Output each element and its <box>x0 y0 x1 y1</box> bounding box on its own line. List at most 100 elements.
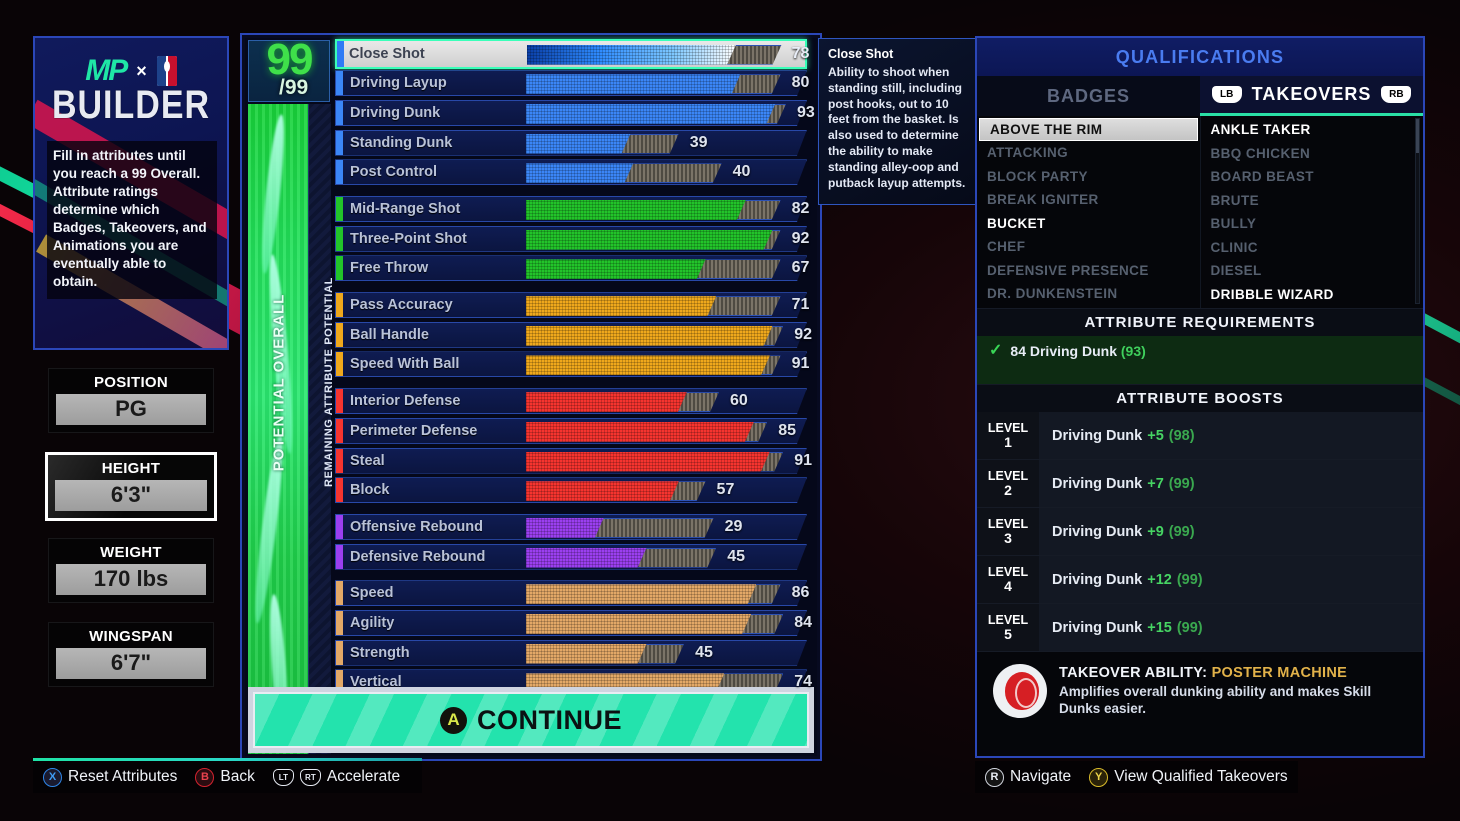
attribute-row-body: Pass Accuracy <box>335 292 807 318</box>
attribute-value: 93 <box>796 103 815 121</box>
takeover-item[interactable]: DIESEL <box>1201 259 1424 283</box>
attribute-row-driving-dunk[interactable]: Driving Dunk 93 <box>335 98 815 127</box>
badge-item[interactable]: CHEF <box>977 235 1200 259</box>
stat-weight[interactable]: WEIGHT 170 lbs <box>48 538 214 603</box>
tab-takeovers[interactable]: LB TAKEOVERS RB <box>1200 76 1423 116</box>
attribute-row-defensive-rebound[interactable]: Defensive Rebound 45 <box>335 542 815 571</box>
attribute-category-tab <box>336 611 343 635</box>
attribute-row-ball-handle[interactable]: Ball Handle 92 <box>335 320 815 349</box>
takeover-item[interactable]: CLINIC <box>1201 236 1424 260</box>
attribute-row-free-throw[interactable]: Free Throw 67 <box>335 254 815 283</box>
takeover-item[interactable]: BBQ CHICKEN <box>1201 142 1424 166</box>
badge-item[interactable]: BLOCK PARTY <box>977 165 1200 189</box>
attribute-row-body: Steal <box>335 448 807 474</box>
rb-bumper-icon[interactable]: RB <box>1381 86 1412 103</box>
takeovers-list: ANKLE TAKER BBQ CHICKEN BOARD BEAST BRUTE BU… <box>1201 116 1424 308</box>
badge-item[interactable]: ATTACKING <box>977 141 1200 165</box>
boost-result: (98) <box>1168 427 1195 444</box>
attribute-row-standing-dunk[interactable]: Standing Dunk 39 <box>335 128 815 157</box>
attribute-current-segment <box>526 518 604 538</box>
attribute-name: Free Throw <box>350 260 429 277</box>
lb-bumper-icon[interactable]: LB <box>1211 86 1242 103</box>
takeover-item[interactable]: ANKLE TAKER <box>1201 118 1424 142</box>
attribute-row-speed[interactable]: Speed 86 <box>335 579 815 608</box>
takeovers-scrollbar[interactable] <box>1415 118 1420 304</box>
hint-reset-attributes[interactable]: X Reset Attributes <box>43 767 177 787</box>
attribute-row-post-control[interactable]: Post Control 40 <box>335 158 815 187</box>
stat-wingspan[interactable]: WINGSPAN 6'7" <box>48 622 214 687</box>
hint-navigate[interactable]: R Navigate <box>985 767 1072 787</box>
attribute-row-three-point-shot[interactable]: Three-Point Shot 92 <box>335 224 815 253</box>
stat-value: 6'3" <box>55 480 207 511</box>
badge-item[interactable]: BUCKET <box>977 212 1200 236</box>
app-screen: MP × BUILDER Fill in attributes until yo… <box>0 0 1460 821</box>
attribute-value: 71 <box>791 296 810 314</box>
attribute-row-strength[interactable]: Strength 45 <box>335 638 815 667</box>
attribute-value: 29 <box>724 517 743 535</box>
attribute-row-mid-range-shot[interactable]: Mid-Range Shot 82 <box>335 194 815 223</box>
attribute-value: 82 <box>791 200 810 218</box>
attribute-row-speed-with-ball[interactable]: Speed With Ball 91 <box>335 350 815 379</box>
boost-level-number: 3 <box>1004 529 1012 546</box>
tooltip-title: Close Shot <box>828 47 894 61</box>
takeover-item[interactable]: BOARD BEAST <box>1201 165 1424 189</box>
badge-item[interactable]: ABOVE THE RIM <box>979 118 1198 141</box>
stat-value: PG <box>56 394 206 425</box>
attribute-row-pass-accuracy[interactable]: Pass Accuracy 71 <box>335 291 815 320</box>
attribute-row-block[interactable]: Block 57 <box>335 476 815 505</box>
tab-badges[interactable]: BADGES <box>977 76 1200 116</box>
attribute-name: Ball Handle <box>350 326 429 343</box>
attribute-row-steal[interactable]: Steal 91 <box>335 446 815 475</box>
attribute-row-driving-layup[interactable]: Driving Layup 80 <box>335 69 815 98</box>
stat-height[interactable]: HEIGHT 6'3" <box>45 452 217 521</box>
hint-view-qualified-takeovers[interactable]: Y View Qualified Takeovers <box>1089 767 1288 787</box>
attribute-current-segment <box>526 422 754 442</box>
badge-item[interactable]: DR. DUNKENSTEIN <box>977 282 1200 306</box>
takeover-item[interactable]: BULLY <box>1201 212 1424 236</box>
takeover-item[interactable]: DRIBBLE WIZARD <box>1201 283 1424 307</box>
attribute-value: 80 <box>791 74 810 92</box>
attribute-current-segment <box>526 163 633 183</box>
continue-button[interactable]: A CONTINUE <box>253 692 809 748</box>
attribute-name: Interior Defense <box>350 393 461 410</box>
attribute-bar-track <box>526 134 794 154</box>
badges-list: ABOVE THE RIM ATTACKING BLOCK PARTY BREAK I… <box>977 116 1201 308</box>
attribute-name: Agility <box>350 614 395 631</box>
hint-accelerate[interactable]: LT RT Accelerate <box>272 768 400 786</box>
boosts-list: LEVEL 1 Driving Dunk +5 (98) LEVEL 2 Driving Du… <box>977 412 1423 652</box>
attribute-row-body: Driving Layup <box>335 70 807 96</box>
attribute-value: 45 <box>727 547 746 565</box>
attribute-name: Speed <box>350 585 394 602</box>
attribute-row-agility[interactable]: Agility 84 <box>335 608 815 637</box>
attribute-row-offensive-rebound[interactable]: Offensive Rebound 29 <box>335 512 815 541</box>
attribute-bar-track <box>526 326 794 346</box>
attribute-category-tab <box>336 419 343 443</box>
attribute-row-close-shot[interactable]: Close Shot 78 <box>335 38 815 69</box>
badge-item[interactable]: BREAK IGNITER <box>977 188 1200 212</box>
attribute-category-tab <box>336 227 343 251</box>
attribute-row-body: Free Throw <box>335 255 807 281</box>
attribute-row-body: Close Shot <box>335 38 807 69</box>
attribute-row-interior-defense[interactable]: Interior Defense 60 <box>335 387 815 416</box>
attribute-category-tab <box>336 478 343 502</box>
attribute-bar-track <box>526 74 794 94</box>
boost-description: Driving Dunk +12 (99) <box>1039 556 1423 603</box>
attribute-value: 40 <box>732 163 751 181</box>
scrollbar-thumb[interactable] <box>1416 119 1419 153</box>
attribute-current-segment <box>526 259 706 279</box>
stat-position[interactable]: POSITION PG <box>48 368 214 433</box>
stat-label: WEIGHT <box>100 544 162 561</box>
right-stick-icon: R <box>985 767 1004 787</box>
attribute-name: Driving Layup <box>350 75 447 92</box>
hint-label: Navigate <box>1010 768 1072 785</box>
attribute-category-tab <box>336 641 343 665</box>
boost-delta: +12 <box>1147 571 1172 588</box>
attribute-row-perimeter-defense[interactable]: Perimeter Defense 85 <box>335 416 815 445</box>
boost-result: (99) <box>1176 571 1203 588</box>
badge-item[interactable]: DEFENSIVE PRESENCE <box>977 259 1200 283</box>
overall-max: /99 <box>279 76 309 99</box>
hint-back[interactable]: B Back <box>195 767 255 787</box>
b-button-icon: B <box>195 767 215 787</box>
attribute-name: Close Shot <box>349 45 425 62</box>
takeover-item[interactable]: BRUTE <box>1201 189 1424 213</box>
